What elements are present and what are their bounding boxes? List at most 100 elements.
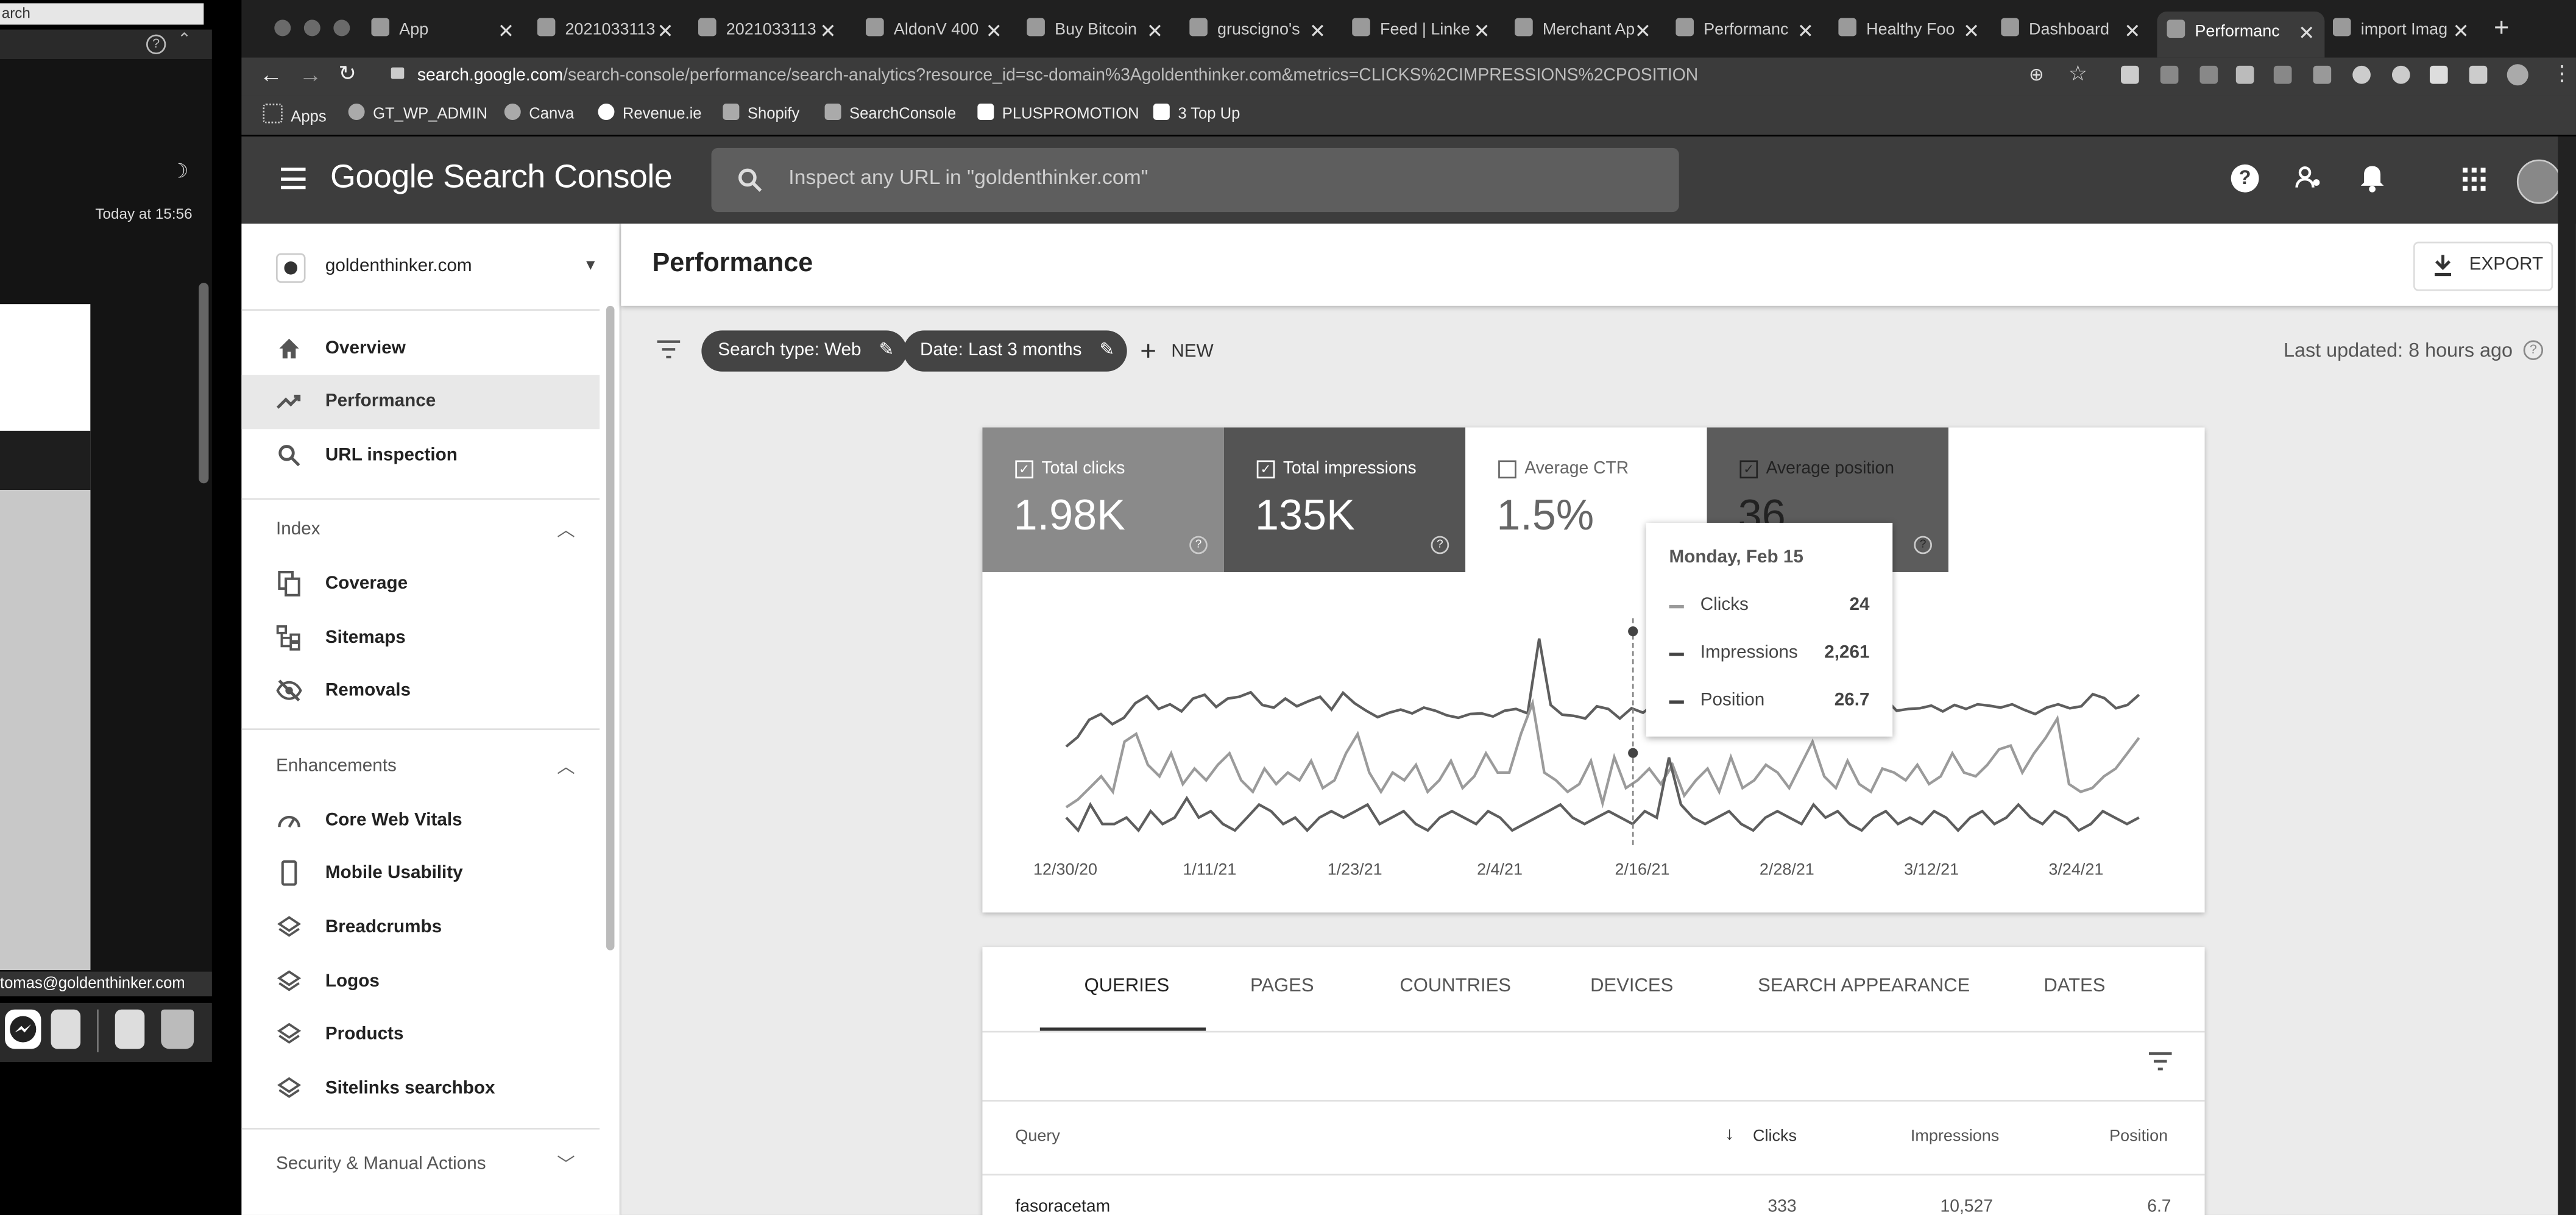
close-tab-icon[interactable]: ✕ [819,15,836,48]
security-section-header[interactable]: Security & Manual Actions ﹀ [241,1141,600,1184]
chevron-up-icon[interactable]: ⌃ [177,31,191,49]
extension-icon[interactable] [2313,65,2332,84]
bookmark-item[interactable]: Revenue.ie [598,103,702,123]
url-inspection-search[interactable]: Inspect any URL in "goldenthinker.com" [711,147,1679,213]
browser-tab[interactable]: Buy Bitcoin ✕ [1027,15,1163,48]
close-tab-icon[interactable]: ✕ [2298,12,2315,54]
table-filter-icon[interactable] [2148,1052,2172,1071]
performance-line-chart[interactable] [982,572,2204,852]
account-avatar[interactable] [2516,159,2561,204]
filter-icon[interactable] [657,340,681,359]
browser-tab[interactable]: import Imag ✕ [2332,15,2469,48]
app-title[interactable]: Google Search Console [330,160,673,197]
help-icon[interactable]: ? [2231,164,2259,193]
messenger-icon[interactable] [5,1009,41,1049]
nav-item-products[interactable]: Products [241,1008,600,1062]
help-circle-icon[interactable]: ? [1431,536,1449,554]
extension-icon[interactable] [2235,65,2254,84]
checkbox-checked-icon[interactable]: ✓ [1739,460,1758,479]
notifications-bell-icon[interactable] [2360,165,2384,200]
forward-arrow-icon[interactable]: → [299,61,322,87]
column-header-query[interactable]: Query [1015,1128,1060,1146]
reload-icon[interactable]: ↻ [338,61,356,87]
help-icon[interactable]: ? [146,34,166,55]
browser-tab[interactable]: 2021033113 ✕ [698,15,836,48]
nav-item-overview[interactable]: Overview [241,322,600,377]
bookmark-item[interactable]: SearchConsole [824,103,956,123]
file-icon[interactable] [115,1009,145,1049]
browser-tab[interactable]: Feed | Linke ✕ [1352,15,1490,48]
window-close-control[interactable] [274,19,291,37]
browser-tab[interactable]: Merchant Ap ✕ [1515,15,1651,48]
help-circle-icon[interactable]: ? [1914,536,1932,554]
close-tab-icon[interactable]: ✕ [1147,15,1163,48]
tab-queries[interactable]: QUERIES [1085,977,1170,996]
back-arrow-icon[interactable]: ← [260,61,283,87]
table-row[interactable]: fasoracetam 333 10,527 6.7 [982,1175,2204,1215]
close-tab-icon[interactable]: ✕ [1474,15,1490,48]
background-search-field[interactable]: arch [0,3,204,25]
close-tab-icon[interactable]: ✕ [1963,15,1980,48]
hamburger-menu-icon[interactable] [281,168,306,190]
extension-icon[interactable] [2352,65,2371,84]
column-header-position[interactable]: Position [2109,1128,2168,1146]
tab-pages[interactable]: PAGES [1250,977,1314,996]
edit-pencil-icon[interactable]: ✎ [1100,330,1115,371]
tab-search-appearance[interactable]: SEARCH APPEARANCE [1758,977,1970,996]
tab-countries[interactable]: COUNTRIES [1399,977,1511,996]
index-section-header[interactable]: Index ︿ [241,506,600,549]
window-minimize-control[interactable] [303,19,320,37]
trash-icon[interactable] [161,1009,194,1049]
checkbox-checked-icon[interactable]: ✓ [1256,460,1275,479]
window-zoom-control[interactable] [333,19,350,37]
bookmark-item[interactable]: Canva [504,103,574,123]
extension-icon[interactable] [2469,65,2488,84]
nav-item-breadcrumbs[interactable]: Breadcrumbs [241,901,600,955]
close-tab-icon[interactable]: ✕ [498,15,514,48]
extension-icon[interactable] [2199,65,2218,84]
nav-item-sitelinks-searchbox[interactable]: Sitelinks searchbox [241,1062,600,1116]
close-tab-icon[interactable]: ✕ [657,15,673,48]
close-tab-icon[interactable]: ✕ [1797,15,1814,48]
browser-tab[interactable]: Dashboard ✕ [2001,15,2140,48]
apps-grid-icon[interactable] [2462,168,2486,199]
nav-item-coverage[interactable]: Coverage [241,558,600,612]
extension-icon[interactable] [2273,65,2292,84]
column-header-clicks[interactable]: Clicks [1753,1128,1797,1146]
profile-avatar[interactable] [2507,64,2528,86]
browser-tab[interactable]: Healthy Foo ✕ [1838,15,1980,48]
enhancements-section-header[interactable]: Enhancements ︿ [241,743,600,786]
bookmark-item[interactable]: Shopify [723,103,799,123]
close-tab-icon[interactable]: ✕ [2453,15,2469,48]
manage-users-icon[interactable] [2295,165,2321,191]
export-button[interactable]: EXPORT [2413,241,2553,291]
browser-tab[interactable]: AldonV 400 ✕ [866,15,1002,48]
bookmark-item[interactable]: 3 Top Up [1153,103,1240,123]
bookmark-apps[interactable]: Apps [263,103,327,127]
edit-pencil-icon[interactable]: ✎ [879,330,894,371]
tab-dates[interactable]: DATES [2043,977,2105,996]
browser-tab[interactable]: Performanc ✕ [1675,15,1814,48]
nav-item-logos[interactable]: Logos [241,955,600,1010]
bookmark-item[interactable]: GT_WP_ADMIN [348,103,487,123]
nav-item-core-web-vitals[interactable]: Core Web Vitals [241,794,600,848]
new-tab-button[interactable]: + [2494,15,2509,44]
nav-item-sitemaps[interactable]: Sitemaps [241,612,600,666]
help-circle-icon[interactable]: ? [1189,536,1208,554]
property-selector[interactable]: goldenthinker.com ▼ [241,240,600,292]
help-circle-icon[interactable]: ? [2523,340,2544,360]
bookmark-item[interactable]: PLUSPROMOTION [977,103,1139,123]
new-filter-button[interactable]: + NEW [1140,332,1213,372]
extension-icon[interactable] [2160,65,2179,84]
search-type-chip[interactable]: Search type: Web ✎ [701,330,908,372]
tab-devices[interactable]: DEVICES [1590,977,1673,996]
address-bar[interactable]: search.google.com/search-console/perform… [381,61,2100,92]
sort-arrow-down-icon[interactable]: ↓ [1725,1125,1734,1144]
metric-total-clicks[interactable]: ✓ Total clicks 1.98K ? [982,427,1224,572]
document-icon[interactable] [51,1009,81,1049]
sidebar-scrollbar[interactable] [606,305,615,951]
browser-tab[interactable]: App ✕ [371,15,514,48]
nav-item-mobile-usability[interactable]: Mobile Usability [241,847,600,901]
column-header-impressions[interactable]: Impressions [1911,1128,1999,1146]
page-scrollbar[interactable] [2558,136,2576,1215]
